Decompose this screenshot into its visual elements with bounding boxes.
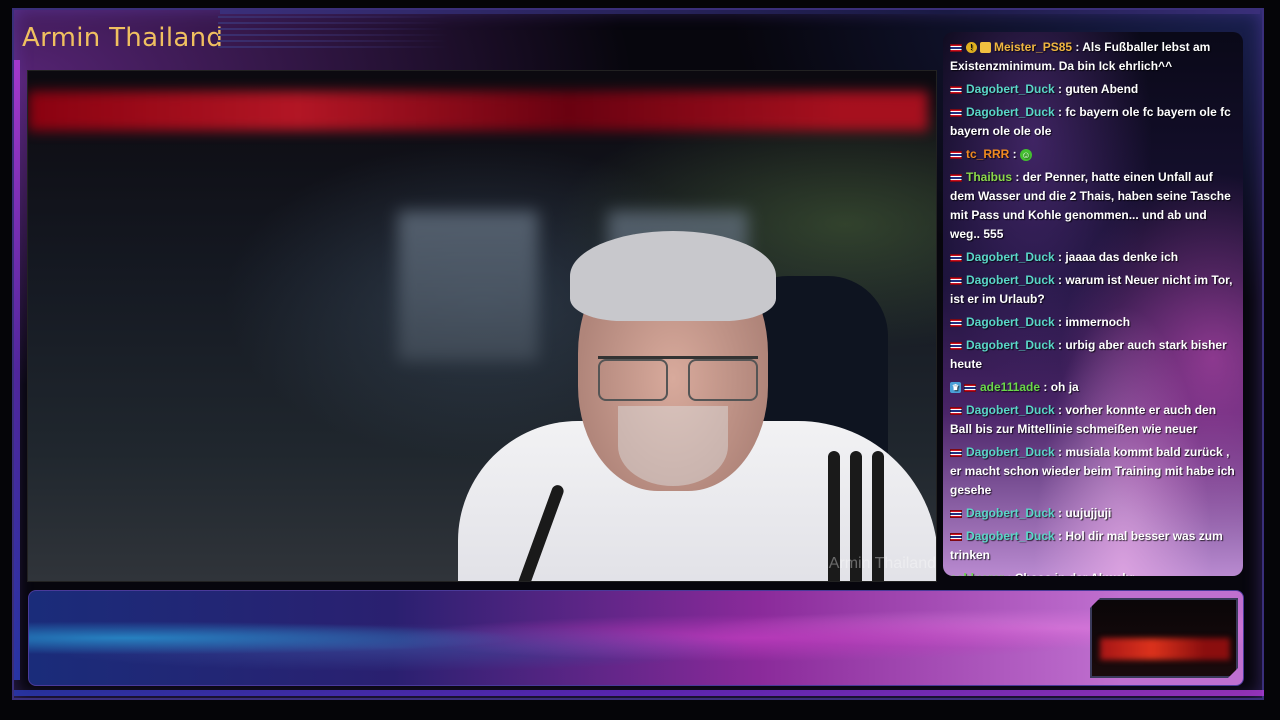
thailand-flag-icon <box>950 150 962 159</box>
chat-text: : oh ja <box>1040 380 1079 394</box>
thailand-flag-icon <box>950 108 962 117</box>
thailand-flag-icon <box>950 85 962 94</box>
frame-bottom-glow <box>14 690 1264 696</box>
chat-message: schluerer : Chaos in der Abwehr... <box>950 569 1237 576</box>
chat-text: : guten Abend <box>1054 82 1139 96</box>
chat-message: Thaibus : der Penner, hatte einen Unfall… <box>950 168 1237 244</box>
chat-message: Dagobert_Duck : uujujjuji <box>950 504 1237 523</box>
thailand-flag-icon <box>950 318 962 327</box>
chat-username[interactable]: Dagobert_Duck <box>966 273 1055 287</box>
subscriber-badge-icon <box>980 42 991 54</box>
streamer-title: Armin Thailand <box>22 23 224 53</box>
chat-message: Dagobert_Duck : warum ist Neuer nicht im… <box>950 271 1237 309</box>
chat-text: : <box>1009 147 1021 161</box>
thailand-flag-icon <box>950 509 962 518</box>
chat-username[interactable]: Thaibus <box>966 170 1012 184</box>
thailand-flag-icon <box>950 448 962 457</box>
frame-top-border <box>220 10 1260 14</box>
chat-username[interactable]: Dagobert_Duck <box>966 445 1055 459</box>
chat-message: ! Meister_PS85 : Als Fußballer lebst am E… <box>950 38 1237 76</box>
chat-username[interactable]: Dagobert_Duck <box>966 403 1055 417</box>
title-decoration <box>218 16 448 56</box>
chat-username[interactable]: Dagobert_Duck <box>966 338 1055 352</box>
chat-message: tc_RRR : ☺ <box>950 145 1237 164</box>
thailand-flag-icon <box>950 173 962 182</box>
thailand-flag-icon <box>950 532 962 541</box>
thailand-flag-icon <box>950 276 962 285</box>
streamer-hair <box>570 231 776 321</box>
prime-badge-icon: ♛ <box>950 382 961 394</box>
thailand-flag-icon <box>950 341 962 350</box>
glasses <box>598 356 758 401</box>
beard <box>618 406 728 486</box>
webcam-feed: Armin Thailand <box>27 70 937 582</box>
chat-username[interactable]: Dagobert_Duck <box>966 506 1055 520</box>
chat-username[interactable]: Dagobert_Duck <box>966 82 1055 96</box>
streamer-person <box>458 231 936 581</box>
chat-text: : immernoch <box>1054 315 1131 329</box>
webcam-watermark: Armin Thailand <box>828 555 936 572</box>
green-emote-icon: ☺ <box>1020 148 1033 161</box>
chat-username[interactable]: Meister_PS85 <box>994 40 1072 54</box>
bottom-banner <box>28 590 1244 686</box>
chat-message: Dagobert_Duck : fc bayern ole fc bayern … <box>950 103 1237 141</box>
frame-left-glow <box>14 60 20 680</box>
background-led-strip <box>28 91 928 131</box>
thailand-flag-icon <box>950 406 962 415</box>
chat-username[interactable]: Dagobert_Duck <box>966 105 1055 119</box>
chat-message: Dagobert_Duck : guten Abend <box>950 80 1237 99</box>
chat-username[interactable]: Dagobert_Duck <box>966 250 1055 264</box>
chat-message: Dagobert_Duck : urbig aber auch stark bi… <box>950 336 1237 374</box>
chat-username[interactable]: schluerer <box>950 571 1004 576</box>
chat-text: : uujujjuji <box>1054 506 1112 520</box>
thailand-flag-icon <box>964 383 976 392</box>
mini-camera-view <box>1090 598 1238 678</box>
chat-message: Dagobert_Duck : musiala kommt bald zurüc… <box>950 443 1237 500</box>
chat-message: Dagobert_Duck : Hol dir mal besser was z… <box>950 527 1237 565</box>
chat-text: : jaaaa das denke ich <box>1054 250 1179 264</box>
chat-text: : Chaos in der Abwehr... <box>1004 571 1143 576</box>
chat-message: Dagobert_Duck : vorher konnte er auch de… <box>950 401 1237 439</box>
thailand-flag-icon <box>950 43 962 52</box>
chat-message-list[interactable]: ! Meister_PS85 : Als Fußballer lebst am E… <box>943 32 1243 576</box>
thailand-flag-icon <box>950 253 962 262</box>
chat-username[interactable]: tc_RRR <box>966 147 1009 161</box>
chat-username[interactable]: ade111ade <box>980 380 1040 394</box>
vip-badge-icon: ! <box>966 42 977 54</box>
chat-username[interactable]: Dagobert_Duck <box>966 529 1055 543</box>
chat-panel: ! Meister_PS85 : Als Fußballer lebst am E… <box>943 32 1243 576</box>
chat-message: Dagobert_Duck : immernoch <box>950 313 1237 332</box>
chat-username[interactable]: Dagobert_Duck <box>966 315 1055 329</box>
chat-message: ♛ ade111ade : oh ja <box>950 378 1237 397</box>
mini-camera-led-glow <box>1100 638 1230 660</box>
chat-message: Dagobert_Duck : jaaaa das denke ich <box>950 248 1237 267</box>
